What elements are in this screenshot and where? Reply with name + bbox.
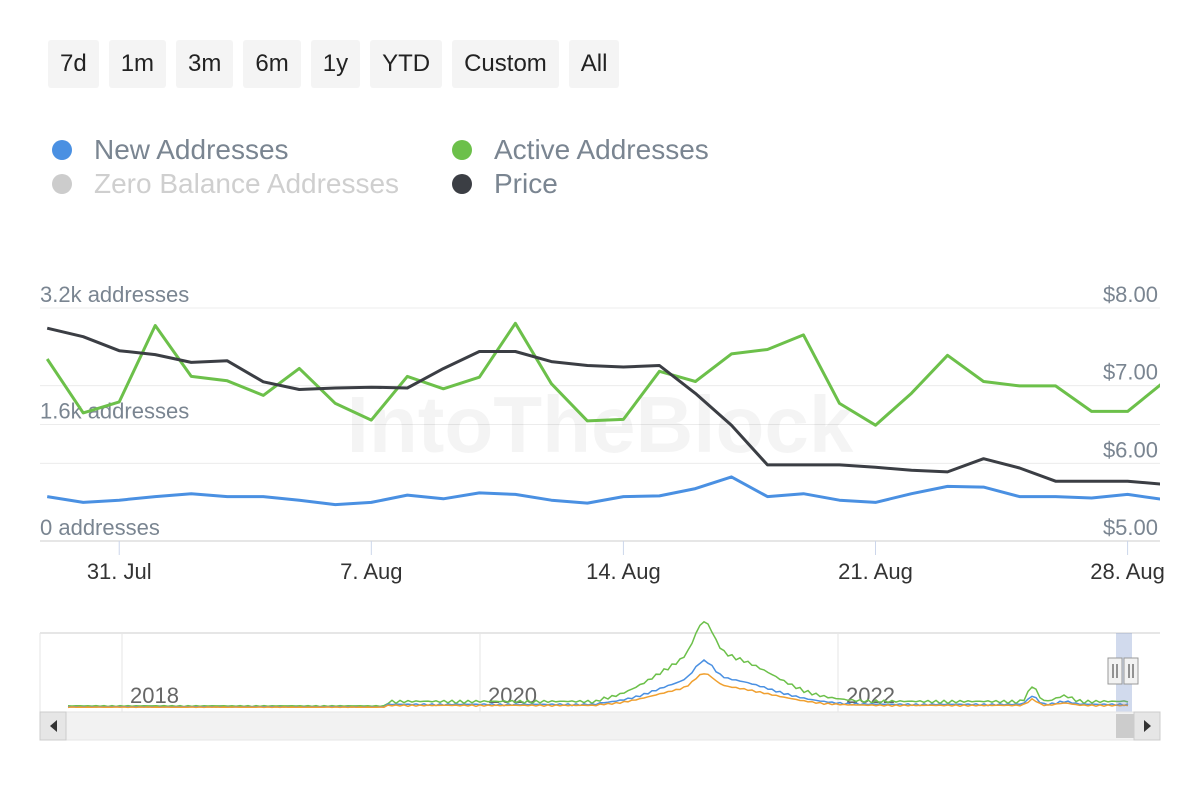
- navigator-right-handle[interactable]: [1123, 657, 1139, 685]
- scrollbar-track: [39, 711, 1161, 741]
- navigator-series-active: [67, 620, 1129, 708]
- x-tick-label: 31. Jul: [87, 559, 152, 584]
- left-axis-label: 3.2k addresses: [40, 282, 189, 307]
- x-tick-label: 14. Aug: [586, 559, 661, 584]
- right-axis-label: $7.00: [1103, 360, 1158, 385]
- watermark: IntoTheBlock: [347, 380, 854, 469]
- x-tick-label: 28. Aug: [1090, 559, 1165, 584]
- left-axis-label: 0 addresses: [40, 515, 160, 540]
- right-axis-label: $6.00: [1103, 437, 1158, 462]
- handle-body: [1123, 657, 1139, 685]
- x-tick-label: 21. Aug: [838, 559, 913, 584]
- navigator-left-handle[interactable]: [1107, 657, 1123, 685]
- navigator-series-zero-balance: [67, 673, 1129, 709]
- series-line-new-addresses: [46, 475, 1160, 507]
- x-tick-label: 7. Aug: [340, 559, 402, 584]
- navigator-year-label: 2018: [130, 683, 179, 708]
- scrollbar-thumb: [1116, 714, 1134, 738]
- navigator-scrollbar[interactable]: [39, 711, 1161, 741]
- right-axis-label: $5.00: [1103, 515, 1158, 540]
- handle-body: [1107, 657, 1123, 685]
- right-axis-label: $8.00: [1103, 282, 1158, 307]
- chart-canvas: IntoTheBlock3.2k addresses1.6k addresses…: [39, 282, 1165, 741]
